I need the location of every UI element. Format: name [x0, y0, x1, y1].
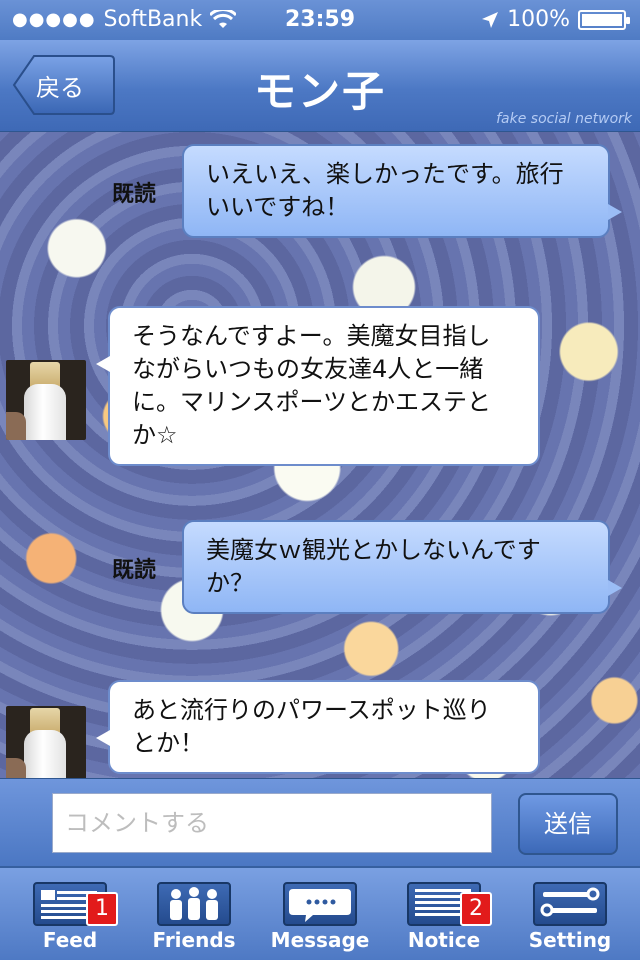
- message-line: あと流行りのパワースポット巡り: [132, 696, 491, 724]
- tab-friends[interactable]: Friends: [130, 868, 258, 960]
- tab-notice[interactable]: 2 Notice: [380, 868, 508, 960]
- read-receipt: 既読: [112, 182, 157, 207]
- page-title: モン子: [253, 67, 386, 116]
- message-line: そうなんですよー。美魔女目指し: [132, 322, 491, 350]
- status-bar: ●●●●● SoftBank 23:59 100%: [0, 0, 640, 40]
- comment-input[interactable]: [52, 793, 492, 853]
- notification-badge: 1: [86, 892, 118, 926]
- message-line: とか！: [132, 729, 204, 757]
- tab-feed[interactable]: 1 Feed: [6, 868, 134, 960]
- message-line: か☆: [132, 421, 178, 449]
- status-right: 100%: [481, 7, 630, 32]
- tab-label: Feed: [42, 928, 98, 952]
- setting-icon: [533, 882, 607, 926]
- message-line: いいですね！: [206, 193, 350, 221]
- battery-percent: 100%: [507, 7, 570, 32]
- battery-icon: [578, 9, 630, 30]
- watermark-text: fake social network: [496, 111, 632, 127]
- tab-label: Message: [270, 928, 370, 952]
- avatar[interactable]: [6, 706, 86, 778]
- tab-bar: 1 Feed Friends Message 2 Notice Setting: [0, 866, 640, 960]
- message-bubble-incoming[interactable]: そうなんですよー。美魔女目指し ながらいつもの女友達4人と一緒 に。マリンスポー…: [96, 306, 540, 466]
- tab-label: Notice: [407, 928, 481, 952]
- message-line: ながらいつもの女友達4人と一緒: [132, 355, 484, 383]
- message-line: 美魔女ｗ観光とかしないんです: [206, 536, 541, 564]
- message-line: か？: [206, 569, 254, 597]
- tab-setting[interactable]: Setting: [506, 868, 634, 960]
- message-line: いえいえ、楽しかったです。旅行: [206, 160, 564, 188]
- read-receipt: 既読: [112, 558, 157, 583]
- message-line: に。マリンスポーツとかエステと: [132, 388, 492, 416]
- notification-badge: 2: [460, 892, 492, 926]
- tab-message[interactable]: Message: [256, 868, 384, 960]
- chat-thread[interactable]: 既読 いえいえ、楽しかったです。旅行 いいですね！ そうなんですよー。美魔女目指…: [0, 132, 640, 778]
- send-button[interactable]: 送信: [518, 793, 618, 855]
- navigation-bar: 戻る モン子 fake social network: [0, 40, 640, 132]
- message-bubble-outgoing[interactable]: 美魔女ｗ観光とかしないんです か？: [182, 520, 622, 614]
- location-arrow-icon: [482, 11, 499, 28]
- tab-label: Setting: [528, 928, 612, 952]
- friends-icon: [157, 882, 231, 926]
- tab-label: Friends: [152, 928, 236, 952]
- message-bubble-outgoing[interactable]: いえいえ、楽しかったです。旅行 いいですね！: [182, 144, 622, 238]
- comment-bar: 送信: [0, 778, 640, 866]
- message-bubble-incoming[interactable]: あと流行りのパワースポット巡り とか！: [96, 680, 540, 774]
- avatar[interactable]: [6, 360, 86, 440]
- message-icon: [283, 882, 357, 926]
